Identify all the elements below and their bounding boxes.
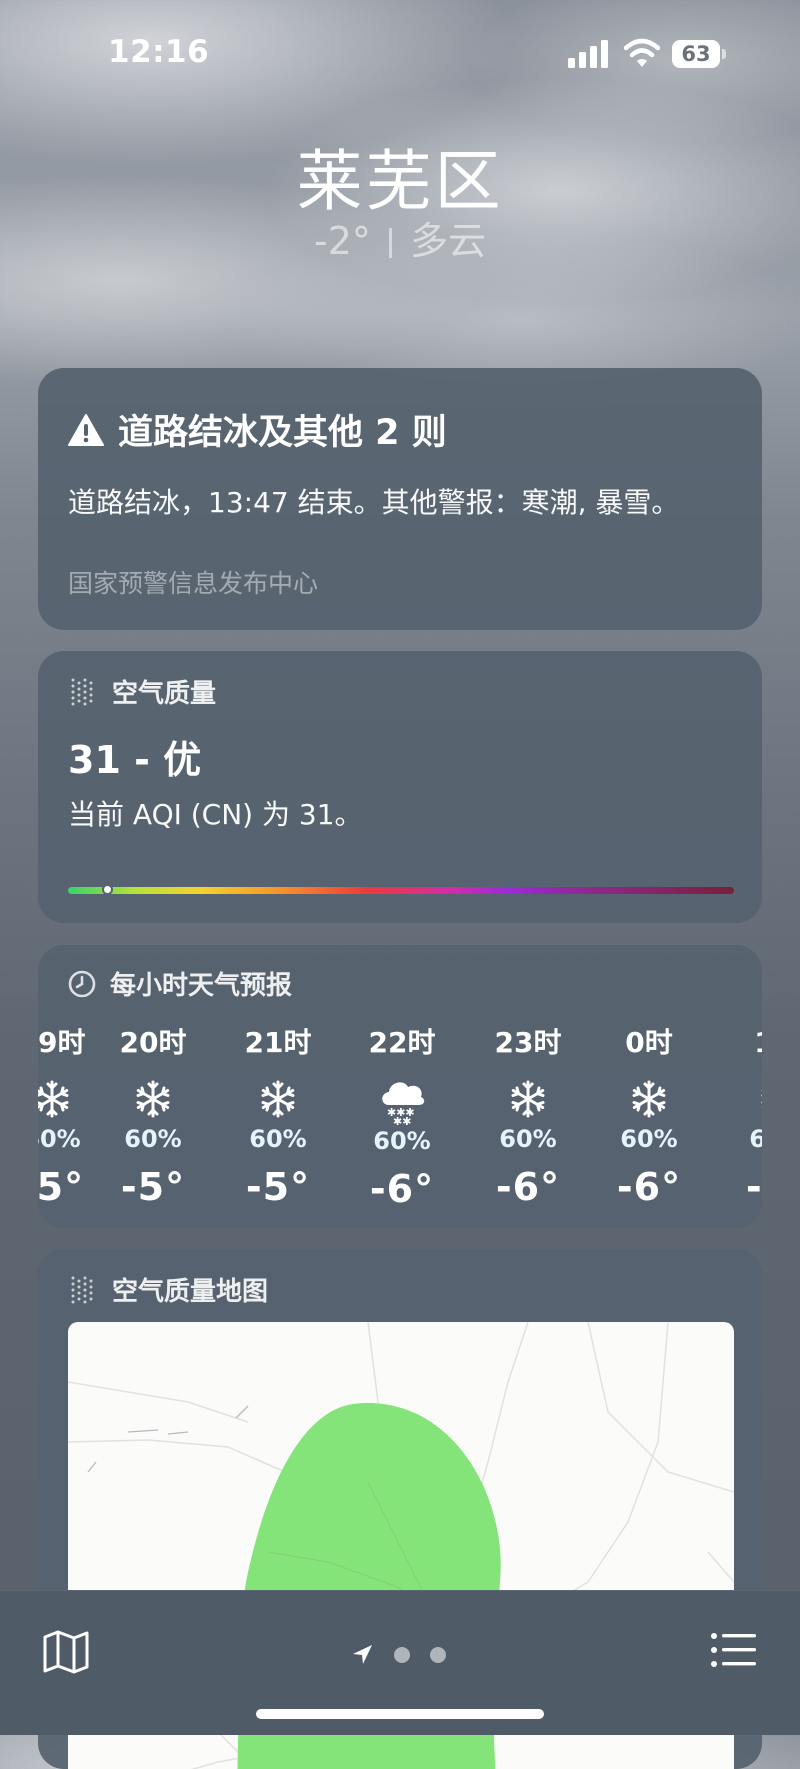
aqi-scale-bar <box>68 884 734 895</box>
aqi-value: 31 - 优 <box>68 738 202 782</box>
snowflake-icon <box>38 1073 102 1125</box>
snowflake-icon <box>103 1073 203 1125</box>
hourly-forecast-item: 21时 60% -5° <box>228 1021 328 1209</box>
alert-body: 道路结冰，13:47 结束。其他警报：寒潮, 暴雪。 <box>68 486 680 519</box>
page-dot[interactable] <box>394 1647 410 1663</box>
map-icon[interactable] <box>42 1629 90 1675</box>
page-indicator[interactable] <box>350 1643 446 1667</box>
hour-label: 21时 <box>244 1026 312 1059</box>
battery-tip <box>722 49 726 59</box>
precipitation-chance: 60% <box>124 1125 182 1153</box>
air-quality-header: 空气质量 <box>68 673 216 710</box>
hourly-forecast-item: 20时 60% -5° <box>103 1021 203 1209</box>
cellular-signal-icon <box>568 40 608 68</box>
snowflake-icon <box>478 1073 578 1125</box>
alert-source: 国家预警信息发布中心 <box>68 569 319 598</box>
hour-label: 20时 <box>119 1026 187 1059</box>
hour-temperature: -6° <box>745 1165 762 1209</box>
precipitation-chance: 60% <box>749 1125 762 1153</box>
air-quality-map-icon <box>71 1276 93 1303</box>
snowflake-icon <box>728 1073 762 1125</box>
battery-indicator: 63 <box>672 40 726 68</box>
hourly-forecast-header: 每小时天气预报 <box>68 965 292 1002</box>
air-quality-map-header-label: 空气质量地图 <box>112 1277 269 1307</box>
alert-title-row: 道路结冰及其他 2 则 <box>68 404 447 455</box>
snowflake-icon <box>228 1073 328 1125</box>
warning-icon <box>68 413 104 446</box>
status-bar: 12:16 63 <box>0 0 800 100</box>
aqi-level-marker <box>102 884 114 895</box>
current-condition: 多云 <box>409 219 486 263</box>
separator <box>388 228 392 258</box>
hour-label: 23时 <box>494 1026 562 1059</box>
air-quality-card[interactable]: 空气质量 31 - 优 当前 AQI (CN) 为 31。 <box>38 651 762 923</box>
hourly-forecast-item: 22时 ✱✱✱ ✱✱ 60% -6° <box>352 1021 452 1211</box>
current-temperature: -2° <box>314 219 371 263</box>
severe-weather-alert-card[interactable]: 道路结冰及其他 2 则 道路结冰，13:47 结束。其他警报：寒潮, 暴雪。 国… <box>38 368 762 630</box>
precipitation-chance: 60% <box>499 1125 557 1153</box>
precipitation-chance: 60% <box>38 1125 81 1153</box>
air-quality-icon <box>71 678 93 705</box>
home-indicator <box>256 1709 544 1719</box>
svg-text:✱✱: ✱✱ <box>393 1115 411 1125</box>
hour-temperature: -5° <box>120 1165 186 1209</box>
list-icon[interactable] <box>710 1631 758 1669</box>
clock-icon <box>68 970 96 997</box>
snowflake-icon <box>599 1073 699 1125</box>
precipitation-chance: 60% <box>249 1125 307 1153</box>
hour-temperature: -5° <box>245 1165 311 1209</box>
page-dot[interactable] <box>430 1647 446 1663</box>
wifi-icon <box>624 38 660 67</box>
location-arrow-icon[interactable] <box>350 1643 374 1667</box>
hour-label: 22时 <box>368 1026 436 1059</box>
hour-label: 19时 <box>38 1026 86 1059</box>
precipitation-chance: 60% <box>373 1127 431 1155</box>
hour-label: 0时 <box>625 1026 673 1059</box>
hour-temperature: -6° <box>369 1167 435 1211</box>
hour-label: 1时 <box>728 1021 762 1061</box>
status-time: 12:16 <box>108 34 210 70</box>
current-conditions: -2° 多云 <box>0 210 800 265</box>
air-quality-map-header: 空气质量地图 <box>68 1271 268 1308</box>
cloud-snow-icon: ✱✱✱ ✱✱ <box>352 1073 452 1125</box>
battery-level: 63 <box>681 42 711 66</box>
air-quality-header-label: 空气质量 <box>112 679 217 709</box>
hourly-forecast-item: 23时 60% -6° <box>478 1021 578 1209</box>
aqi-description: 当前 AQI (CN) 为 31。 <box>68 798 363 831</box>
precipitation-chance: 60% <box>620 1125 678 1153</box>
hourly-forecast-card[interactable]: 每小时天气预报 19时 60% -5° 20时 60% -5° 21时 60% -5° 22时 ✱✱… <box>38 945 762 1228</box>
hourly-forecast-item: 1时 60% -6° <box>728 1021 762 1209</box>
alert-title: 道路结冰及其他 2 则 <box>118 413 447 453</box>
hour-temperature: -6° <box>495 1165 561 1209</box>
hour-temperature: -5° <box>38 1165 85 1209</box>
hourly-forecast-header-label: 每小时天气预报 <box>110 971 293 1001</box>
hourly-forecast-item: 19时 60% -5° <box>38 1021 102 1209</box>
hourly-forecast-item: 0时 60% -6° <box>599 1021 699 1209</box>
hour-temperature: -6° <box>616 1165 682 1209</box>
